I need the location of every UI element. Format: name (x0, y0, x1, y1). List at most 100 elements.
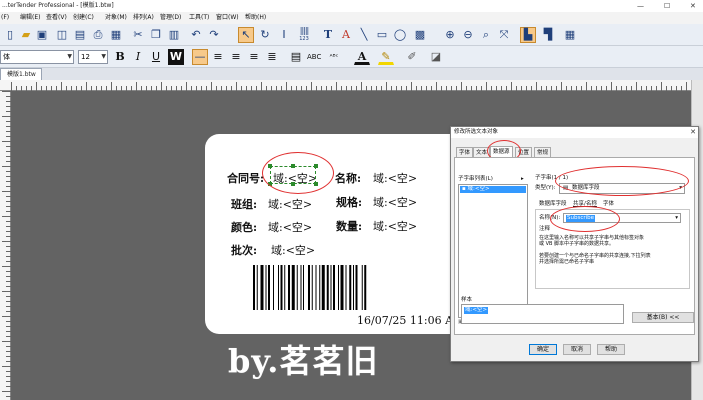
sample-box: 域:<空> (461, 304, 624, 324)
document-tab[interactable]: 模版1.btw (0, 68, 42, 80)
highlight-icon[interactable]: ✎ (378, 49, 394, 65)
align-center-icon[interactable]: ≡ (228, 49, 244, 65)
ruler-tick (61, 82, 62, 91)
barcode[interactable] (253, 265, 406, 310)
cancel-button[interactable]: 取消 (563, 344, 591, 355)
barcode-bar (291, 265, 295, 310)
zoom-out-icon[interactable]: ⊖ (460, 27, 476, 43)
zoom-in-icon[interactable]: ⊕ (442, 27, 458, 43)
menu-manage[interactable]: 管理(D) (160, 12, 181, 24)
list-tools-icon[interactable]: ▸ (521, 176, 524, 183)
open-icon[interactable]: ▰ (18, 27, 34, 43)
menu-arrange[interactable]: 排列(A) (133, 12, 154, 24)
bold-button[interactable]: B (112, 49, 128, 65)
print-preview-icon[interactable]: ▦ (108, 27, 124, 43)
snap-icon[interactable]: ▜ (540, 27, 556, 43)
menu-file[interactable]: (F) (1, 12, 9, 24)
text-cursor-icon[interactable]: I (276, 27, 292, 43)
grid-icon[interactable]: ▦ (562, 27, 578, 43)
team-field[interactable]: 域:<空> (268, 196, 312, 212)
annotation-circle (262, 152, 334, 194)
maximize-button[interactable]: ☐ (664, 0, 670, 12)
ellipse-tool-icon[interactable]: ◯ (392, 27, 408, 43)
name-label: 名称: (335, 172, 362, 185)
fill-color-icon[interactable]: ◪ (428, 49, 444, 65)
ruler-tick (86, 82, 87, 91)
quantity-field[interactable]: 域:<空> (373, 218, 417, 234)
basic-toggle-button[interactable]: 基本(B) << (632, 312, 694, 323)
tab-font[interactable]: 字体 (456, 147, 474, 157)
dialog-close-icon[interactable]: ✕ (690, 127, 696, 138)
rich-text-tool-icon[interactable]: A (338, 27, 354, 43)
line-spacing-icon[interactable]: ▤ (288, 49, 304, 65)
menu-tools[interactable]: 工具(T) (189, 12, 209, 24)
menu-object[interactable]: 对象(M) (105, 12, 127, 24)
undo-icon[interactable]: ↶ (188, 27, 204, 43)
quantity-label: 数量: (336, 220, 363, 233)
italic-button[interactable]: I (130, 49, 146, 65)
subtab-font[interactable]: 字体 (603, 201, 614, 208)
save-icon[interactable]: ▣ (34, 27, 50, 43)
align-left-icon[interactable]: — (192, 49, 208, 65)
align-right-icon[interactable]: ≡ (246, 49, 262, 65)
ok-button[interactable]: 确定 (529, 344, 557, 355)
help-button[interactable]: 帮助 (597, 344, 625, 355)
char-spacing-2-icon[interactable]: ᴬᴮᶜ (326, 49, 342, 65)
batch-label: 批次: (231, 244, 258, 257)
cut-icon[interactable]: ✂ (130, 27, 146, 43)
ruler-tick (461, 82, 462, 91)
barcode-bar (345, 265, 347, 310)
barcode-tool-icon[interactable]: ||||| 123 (296, 26, 312, 43)
menu-window[interactable]: 窗口(W) (216, 12, 239, 24)
redo-icon[interactable]: ↷ (206, 27, 222, 43)
reverse-button[interactable]: W (168, 49, 184, 65)
text-tool-icon[interactable]: T (320, 27, 336, 43)
new-icon[interactable]: ▯ (2, 27, 18, 43)
print-icon[interactable]: ⎙ (90, 27, 106, 43)
copy-icon[interactable]: ❐ (148, 27, 164, 43)
pointer-icon[interactable]: ↖ (238, 27, 254, 43)
ruler-tick (686, 82, 687, 91)
rotate-icon[interactable]: ↻ (257, 27, 273, 43)
datetime-field[interactable]: 16/07/25 11:06 AM (357, 314, 464, 327)
zoom-fit-icon[interactable]: ⌕ (478, 27, 494, 43)
ruler-tick (236, 82, 237, 91)
database-icon[interactable]: ◫ (54, 27, 70, 43)
ruler-tick (2, 316, 11, 317)
line-color-icon[interactable]: ✐ (404, 49, 420, 65)
list-item[interactable]: ▪ 域:<空> (460, 186, 526, 193)
line-tool-icon[interactable]: ╲ (356, 27, 372, 43)
font-size-select[interactable]: 12 ▼ (78, 50, 108, 64)
name-field[interactable]: 域:<空> (373, 170, 417, 186)
align-grid-icon[interactable]: ▙ (520, 27, 536, 43)
batch-field[interactable]: 域:<空> (271, 242, 315, 258)
char-spacing-icon[interactable]: ABC (306, 49, 322, 65)
menu-view[interactable]: 查看(V) (46, 12, 67, 24)
minimize-button[interactable]: — (637, 0, 644, 12)
rectangle-tool-icon[interactable]: ▭ (374, 27, 390, 43)
paste-icon[interactable]: ▥ (166, 27, 182, 43)
menu-edit[interactable]: 编辑(E) (20, 12, 40, 24)
horizontal-ruler (0, 80, 703, 91)
database-setup-icon[interactable]: ▤ (72, 27, 88, 43)
font-color-icon[interactable]: A (354, 49, 370, 65)
align-left-text-icon[interactable]: ≡ (210, 49, 226, 65)
zoom-page-icon[interactable]: ⤧ (496, 27, 512, 43)
font-name-select[interactable]: 体 ▼ (0, 50, 74, 64)
ruler-tick (436, 82, 437, 91)
underline-button[interactable]: U (148, 49, 164, 65)
barcode-bar (280, 265, 283, 310)
menu-help[interactable]: 帮助(H) (245, 12, 266, 24)
image-tool-icon[interactable]: ▩ (412, 27, 428, 43)
barcode-bar (319, 265, 321, 310)
tab-general[interactable]: 常规 (534, 147, 552, 157)
subtab-database-field[interactable]: 数据库字段 (539, 201, 567, 208)
spec-field[interactable]: 域:<空> (373, 194, 417, 210)
team-label: 班组: (231, 198, 258, 211)
close-button[interactable]: ✕ (690, 0, 696, 12)
color-field[interactable]: 域:<空> (268, 219, 312, 235)
type-label: 类型(Y): (535, 185, 556, 191)
justify-icon[interactable]: ≣ (264, 49, 280, 65)
ruler-tick (2, 366, 11, 367)
menu-create[interactable]: 创建(C) (73, 12, 94, 24)
